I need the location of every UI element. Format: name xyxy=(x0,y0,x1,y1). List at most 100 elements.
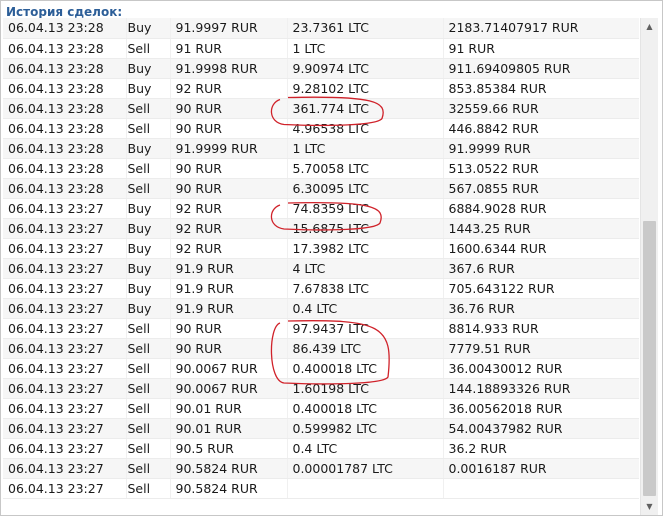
trade-type: Sell xyxy=(125,438,170,459)
trade-total: 36.2 RUR xyxy=(442,438,639,459)
trade-amount: 0.4 LTC xyxy=(286,438,443,459)
trade-date: 06.04.13 23:27 xyxy=(3,458,126,479)
vertical-scrollbar[interactable]: ▲ ▼ xyxy=(640,18,658,515)
scroll-down-arrow-icon[interactable]: ▼ xyxy=(641,498,658,515)
trade-row: 06.04.13 23:27 Sell 90.5824 RUR xyxy=(3,478,639,499)
trade-price: 91.9998 RUR xyxy=(169,58,287,79)
trade-date: 06.04.13 23:27 xyxy=(3,298,126,319)
trade-price: 90 RUR xyxy=(169,318,287,339)
trade-price: 90 RUR xyxy=(169,98,287,119)
trade-row: 06.04.13 23:27 Sell 90.01 RUR 0.400018 LTC 3… xyxy=(3,398,639,419)
trade-amount: 4.96538 LTC xyxy=(286,118,443,139)
trade-type: Sell xyxy=(125,318,170,339)
trade-rows: 06.04.13 23:28 Buy 91.9997 RUR 23.7361 LTC 2… xyxy=(3,18,639,499)
trade-date: 06.04.13 23:27 xyxy=(3,318,126,339)
trade-price: 91.9999 RUR xyxy=(169,138,287,159)
trade-date: 06.04.13 23:27 xyxy=(3,238,126,259)
trade-type: Sell xyxy=(125,178,170,199)
trade-amount: 7.67838 LTC xyxy=(286,278,443,299)
trade-type: Buy xyxy=(125,298,170,319)
trade-date: 06.04.13 23:28 xyxy=(3,158,126,179)
trade-total: 91.9999 RUR xyxy=(442,138,639,159)
trade-date: 06.04.13 23:28 xyxy=(3,138,126,159)
trade-total: 911.69409805 RUR xyxy=(442,58,639,79)
trade-price: 90 RUR xyxy=(169,338,287,359)
trade-amount: 5.70058 LTC xyxy=(286,158,443,179)
trade-row: 06.04.13 23:28 Buy 91.9999 RUR 1 LTC 91.9999… xyxy=(3,138,639,159)
trade-amount: 0.400018 LTC xyxy=(286,358,443,379)
trade-price: 90 RUR xyxy=(169,118,287,139)
trade-row: 06.04.13 23:28 Sell 90 RUR 5.70058 LTC 513.0… xyxy=(3,158,639,179)
trade-date: 06.04.13 23:28 xyxy=(3,118,126,139)
trade-total: 6884.9028 RUR xyxy=(442,198,639,219)
trade-type: Buy xyxy=(125,278,170,299)
trade-row: 06.04.13 23:28 Sell 90 RUR 361.774 LTC 32559… xyxy=(3,98,639,119)
trade-price: 90 RUR xyxy=(169,158,287,179)
trade-amount: 4 LTC xyxy=(286,258,443,279)
trade-date: 06.04.13 23:27 xyxy=(3,258,126,279)
trade-type: Sell xyxy=(125,98,170,119)
trade-type: Buy xyxy=(125,58,170,79)
trade-type: Sell xyxy=(125,158,170,179)
trade-price: 91.9 RUR xyxy=(169,298,287,319)
trade-date: 06.04.13 23:27 xyxy=(3,378,126,399)
trade-date: 06.04.13 23:27 xyxy=(3,338,126,359)
trade-row: 06.04.13 23:28 Sell 90 RUR 6.30095 LTC 567.0… xyxy=(3,178,639,199)
trade-total: 367.6 RUR xyxy=(442,258,639,279)
trade-amount: 6.30095 LTC xyxy=(286,178,443,199)
trade-history-panel: История сделок: 06.04.13 23:28 Buy 91.9997… xyxy=(0,0,663,516)
trade-total: 567.0855 RUR xyxy=(442,178,639,199)
trade-amount xyxy=(286,478,443,499)
trade-type: Sell xyxy=(125,398,170,419)
trade-amount: 97.9437 LTC xyxy=(286,318,443,339)
trade-total: 144.18893326 RUR xyxy=(442,378,639,399)
trade-price: 90.5824 RUR xyxy=(169,458,287,479)
trade-price: 90.5 RUR xyxy=(169,438,287,459)
trade-amount: 9.90974 LTC xyxy=(286,58,443,79)
trade-total: 91 RUR xyxy=(442,38,639,59)
trade-amount: 361.774 LTC xyxy=(286,98,443,119)
trade-type: Buy xyxy=(125,18,170,39)
trade-price: 92 RUR xyxy=(169,218,287,239)
trade-row: 06.04.13 23:27 Sell 90.0067 RUR 1.60198 LTC… xyxy=(3,378,639,399)
trade-amount: 0.00001787 LTC xyxy=(286,458,443,479)
scrollbar-thumb[interactable] xyxy=(643,221,656,496)
trade-type: Sell xyxy=(125,478,170,499)
trade-row: 06.04.13 23:27 Sell 90.5824 RUR 0.00001787 … xyxy=(3,458,639,479)
trade-row: 06.04.13 23:28 Sell 90 RUR 4.96538 LTC 446.8… xyxy=(3,118,639,139)
trade-total: 2183.71407917 RUR xyxy=(442,18,639,39)
trade-total: 36.00562018 RUR xyxy=(442,398,639,419)
trade-type: Sell xyxy=(125,338,170,359)
trade-price: 90.5824 RUR xyxy=(169,478,287,499)
trade-date: 06.04.13 23:28 xyxy=(3,38,126,59)
trade-type: Sell xyxy=(125,118,170,139)
trade-history-list[interactable]: 06.04.13 23:28 Buy 91.9997 RUR 23.7361 LTC 2… xyxy=(3,18,639,515)
panel-title: История сделок: xyxy=(6,5,123,19)
trade-amount: 1 LTC xyxy=(286,38,443,59)
trade-amount: 1.60198 LTC xyxy=(286,378,443,399)
trade-price: 91 RUR xyxy=(169,38,287,59)
trade-total: 36.00430012 RUR xyxy=(442,358,639,379)
trade-history-table: 06.04.13 23:28 Buy 91.9997 RUR 23.7361 LTC 2… xyxy=(3,18,639,499)
trade-total: 7779.51 RUR xyxy=(442,338,639,359)
trade-row: 06.04.13 23:27 Sell 90.5 RUR 0.4 LTC 36.2 RU… xyxy=(3,438,639,459)
trade-row: 06.04.13 23:27 Buy 92 RUR 17.3982 LTC 1600.6… xyxy=(3,238,639,259)
trade-date: 06.04.13 23:27 xyxy=(3,198,126,219)
trade-date: 06.04.13 23:27 xyxy=(3,418,126,439)
trade-amount: 23.7361 LTC xyxy=(286,18,443,39)
trade-type: Buy xyxy=(125,198,170,219)
trade-price: 90.0067 RUR xyxy=(169,378,287,399)
trade-date: 06.04.13 23:28 xyxy=(3,98,126,119)
trade-total: 32559.66 RUR xyxy=(442,98,639,119)
trade-type: Buy xyxy=(125,218,170,239)
trade-row: 06.04.13 23:27 Buy 92 RUR 15.6875 LTC 1443.2… xyxy=(3,218,639,239)
scroll-up-arrow-icon[interactable]: ▲ xyxy=(641,18,658,35)
trade-date: 06.04.13 23:27 xyxy=(3,278,126,299)
trade-type: Buy xyxy=(125,78,170,99)
trade-type: Sell xyxy=(125,358,170,379)
trade-amount: 1 LTC xyxy=(286,138,443,159)
trade-row: 06.04.13 23:28 Buy 91.9998 RUR 9.90974 LTC 9… xyxy=(3,58,639,79)
trade-price: 91.9 RUR xyxy=(169,278,287,299)
trade-type: Sell xyxy=(125,458,170,479)
trade-total: 36.76 RUR xyxy=(442,298,639,319)
